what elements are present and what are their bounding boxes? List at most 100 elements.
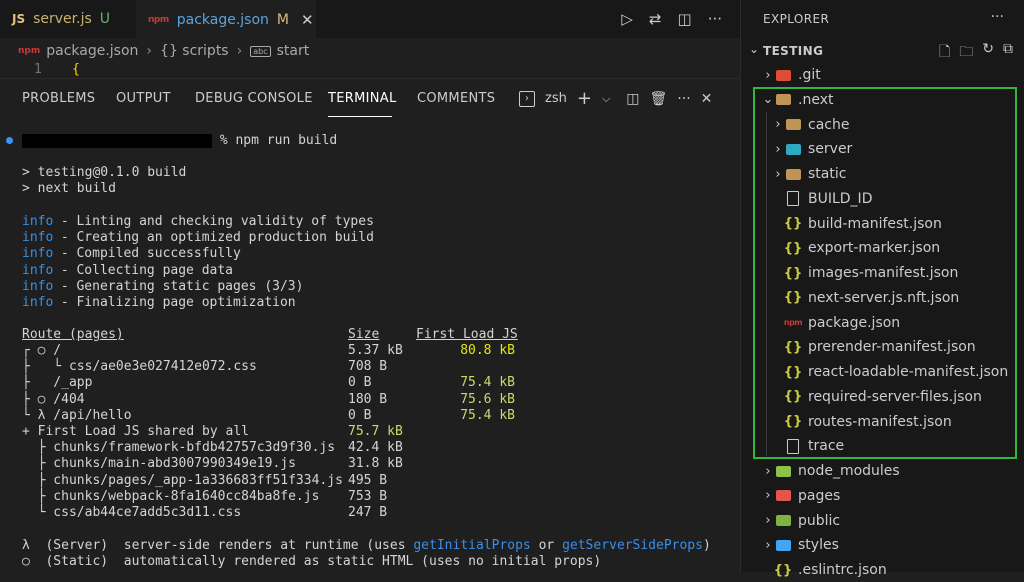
tree-item-public[interactable]: › public	[741, 509, 1024, 533]
tree-item-styles[interactable]: › styles	[741, 533, 1024, 557]
more-actions-icon[interactable]: ···	[991, 9, 1004, 25]
first-load-header: First Load JS	[416, 327, 518, 342]
javascript-file-icon: JS	[12, 12, 26, 26]
refresh-icon[interactable]: ↻	[982, 41, 994, 65]
command-text: % npm run build	[219, 133, 338, 148]
tab-status-untracked: U	[99, 11, 111, 27]
code-text: {	[72, 62, 80, 77]
legend-kind: (Static)	[45, 554, 109, 569]
info-message: - Creating an optimized production build	[53, 230, 374, 246]
first-load-cell: 75.6 kB	[460, 391, 515, 407]
explorer-actions: 🗋 🗀 ↻ ⧉	[939, 41, 1013, 65]
terminal-output[interactable]: % npm run build > testing@0.1.0 build > …	[0, 128, 740, 572]
chevron-right-icon: ›	[765, 67, 771, 83]
first-load-cell: 80.8 kB	[460, 343, 515, 358]
split-editor-icon[interactable]: ◫	[678, 10, 692, 28]
chevron-right-icon: ›	[765, 488, 771, 504]
tree-item-node-modules[interactable]: › node_modules	[741, 459, 1024, 483]
collapse-all-icon[interactable]: ⧉	[1003, 41, 1013, 65]
legend-text: automatically rendered as static HTML (u…	[108, 554, 602, 569]
legend-line: ○ (Static) automatically rendered as sta…	[22, 554, 601, 570]
project-header[interactable]: ⌄ TESTING 🗋 🗀 ↻ ⧉	[741, 40, 1024, 62]
info-message: - Finalizing page optimization	[53, 295, 296, 310]
legend-end: )	[702, 538, 711, 553]
tab-output[interactable]: OUTPUT	[116, 91, 171, 106]
prompt-line: % npm run build	[22, 133, 337, 149]
chevron-right-icon: ›	[765, 463, 771, 479]
shared-size: 75.7 kB	[348, 424, 403, 439]
breadcrumb: npm package.json › {} scripts › abc star…	[0, 38, 740, 64]
legend-kind: (Server)	[45, 538, 109, 553]
new-terminal-icon[interactable]: +	[577, 88, 592, 109]
size-cell: 31.8 kB	[348, 456, 403, 472]
redacted-path	[22, 133, 212, 148]
info-message: - Linting and checking validity of types	[53, 214, 374, 229]
tree-item-label: node_modules	[798, 463, 900, 479]
info-tag: info	[22, 214, 54, 229]
tab-server-js[interactable]: JS server.js U	[0, 0, 136, 38]
info-tag: info	[22, 230, 54, 246]
legend-mid: or	[530, 538, 563, 553]
trash-icon[interactable]: 🗑	[650, 91, 668, 107]
legend-symbol: ○	[22, 554, 30, 569]
tree-item-pages[interactable]: › pages	[741, 484, 1024, 508]
first-load-cell: 75.4 kB	[460, 407, 515, 423]
tab-comments[interactable]: COMMENTS	[417, 91, 495, 106]
info-tag: info	[22, 262, 54, 278]
tree-item-git[interactable]: › .git	[741, 63, 1024, 87]
size-cell: 495 B	[348, 472, 388, 488]
more-actions-icon[interactable]: ···	[708, 10, 722, 28]
more-actions-icon[interactable]: ···	[677, 91, 690, 107]
active-tab-indicator	[328, 116, 392, 117]
terminal-icon: ›	[519, 90, 535, 107]
chevron-right-icon: ›	[765, 513, 771, 528]
split-terminal-icon[interactable]: ◫	[626, 91, 639, 107]
tab-label: server.js	[33, 11, 92, 27]
chunk-name: ├ chunks/pages/_app-1a336683ff51f334.js	[22, 472, 343, 488]
chunk-name: ├ chunks/framework-bfdb42757c3d9f30.js	[22, 440, 336, 456]
tab-package-json[interactable]: npm package.json M ✕	[136, 0, 316, 38]
breadcrumb-file[interactable]: package.json	[46, 43, 138, 59]
panel-divider[interactable]	[0, 78, 740, 79]
tree-item-eslintrc-json[interactable]: {} .eslintrc.json	[741, 558, 1024, 582]
legend-api2: getServerSideProps	[562, 538, 703, 553]
breadcrumb-scripts[interactable]: {} scripts	[160, 43, 229, 59]
tab-status-modified: M	[276, 11, 290, 28]
run-icon[interactable]: ▷	[621, 10, 633, 28]
panel-tab-bar: PROBLEMS OUTPUT DEBUG CONSOLE TERMINAL C…	[0, 82, 740, 116]
folder-icon	[775, 488, 791, 504]
shell-name[interactable]: zsh	[545, 91, 567, 106]
info-tag: info	[22, 295, 54, 310]
tab-debug-console[interactable]: DEBUG CONSOLE	[195, 91, 313, 106]
tab-terminal[interactable]: TERMINAL	[328, 91, 397, 106]
tree-item-label: .eslintrc.json	[798, 562, 887, 578]
legend-line: λ (Server) server-side renders at runtim…	[22, 538, 711, 554]
chunk-name: ├ chunks/main-abd3007990349e19.js	[22, 456, 296, 472]
route-header: Route (pages)	[22, 327, 124, 342]
folder-icon	[775, 537, 791, 553]
size-cell: 247 B	[348, 505, 388, 520]
info-tag: info	[22, 246, 54, 262]
chevron-right-icon: ›	[146, 43, 153, 59]
compare-changes-icon[interactable]: ⇄	[649, 10, 662, 28]
info-message: - Generating static pages (3/3)	[53, 278, 304, 294]
close-icon[interactable]: ✕	[301, 11, 314, 29]
new-file-icon[interactable]: 🗋	[939, 41, 950, 65]
command-status-icon[interactable]	[6, 137, 13, 144]
script-line: > testing@0.1.0 build	[22, 165, 187, 180]
size-cell: 753 B	[348, 488, 388, 504]
chevron-down-icon[interactable]: ⌵	[602, 92, 610, 106]
close-panel-icon[interactable]: ✕	[701, 91, 713, 107]
project-name: TESTING	[763, 44, 824, 58]
breadcrumb-start[interactable]: start	[277, 43, 310, 59]
editor-area: JS server.js U npm package.json M ✕ ▷ ⇄ …	[0, 0, 740, 572]
code-line[interactable]: 1 {	[0, 62, 740, 78]
tab-problems[interactable]: PROBLEMS	[22, 91, 95, 106]
json-file-icon: {}	[773, 562, 793, 578]
npm-file-icon: npm	[18, 46, 41, 56]
npm-file-icon: npm	[148, 14, 169, 25]
chevron-right-icon: ›	[765, 537, 771, 553]
new-folder-icon[interactable]: 🗀	[959, 41, 973, 65]
tree-item-label: .git	[798, 67, 821, 83]
chunk-name: ├ chunks/webpack-8fa1640cc84ba8fe.js	[22, 488, 320, 504]
